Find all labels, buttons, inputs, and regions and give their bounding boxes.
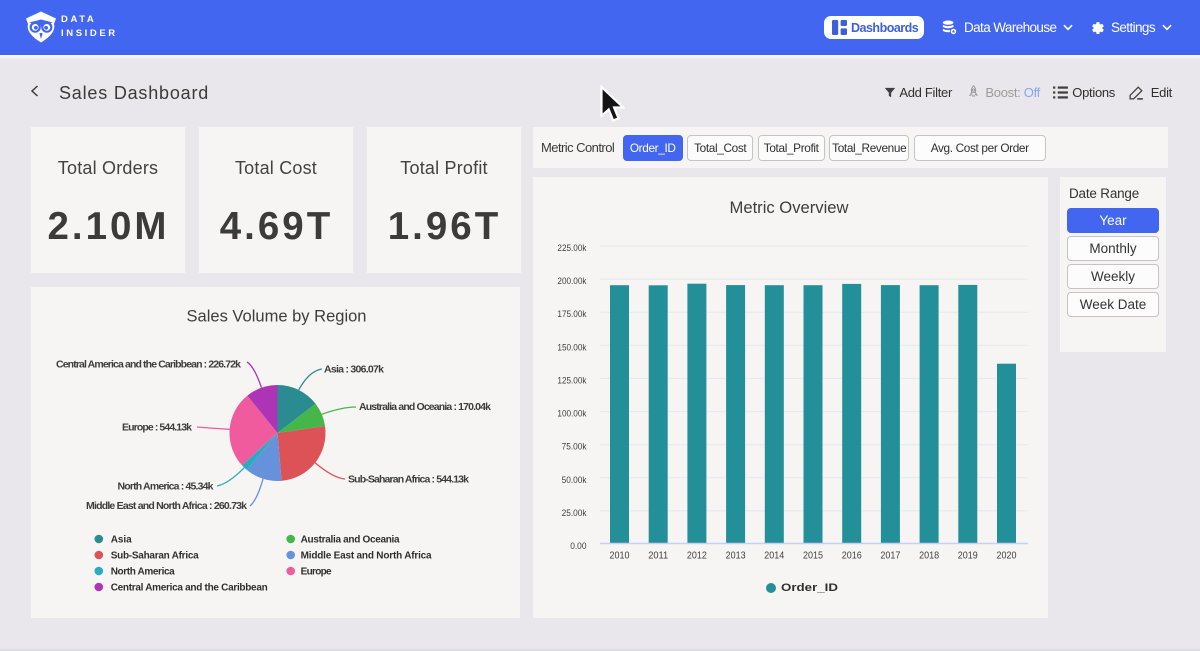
svg-text:Central America and the Caribb: Central America and the Caribbean : 226.… xyxy=(56,359,241,371)
svg-text:150.00k: 150.00k xyxy=(557,342,586,353)
svg-text:Order_ID: Order_ID xyxy=(781,582,838,594)
svg-text:0.00: 0.00 xyxy=(570,541,586,552)
svg-text:Central America and the Caribb: Central America and the Caribbean xyxy=(111,583,268,594)
svg-text:2014: 2014 xyxy=(764,550,784,562)
svg-text:Sales Volume by Region: Sales Volume by Region xyxy=(187,308,367,326)
svg-text:2012: 2012 xyxy=(687,550,707,562)
svg-text:200.00k: 200.00k xyxy=(557,276,586,287)
svg-text:2010: 2010 xyxy=(610,550,630,562)
svg-text:175.00k: 175.00k xyxy=(557,309,586,320)
svg-text:Australia and Oceania: Australia and Oceania xyxy=(301,535,400,546)
svg-text:Asia : 306.07k: Asia : 306.07k xyxy=(324,364,384,376)
svg-text:2016: 2016 xyxy=(842,550,862,562)
svg-text:100.00k: 100.00k xyxy=(557,409,586,420)
svg-text:2018: 2018 xyxy=(919,550,939,562)
svg-text:Europe: Europe xyxy=(301,567,332,578)
svg-text:Metric Overview: Metric Overview xyxy=(730,199,849,217)
svg-text:2015: 2015 xyxy=(803,550,823,562)
svg-text:Asia: Asia xyxy=(111,535,132,546)
svg-text:North America : 45.34k: North America : 45.34k xyxy=(118,481,214,493)
svg-text:2020: 2020 xyxy=(997,550,1017,562)
svg-text:Middle East and North Africa :: Middle East and North Africa : 260.73k xyxy=(86,500,247,512)
svg-text:Australia and Oceania : 170.04: Australia and Oceania : 170.04k xyxy=(359,401,491,413)
svg-text:75.00k: 75.00k xyxy=(562,442,587,453)
svg-text:50.00k: 50.00k xyxy=(562,475,587,486)
svg-text:2019: 2019 xyxy=(958,550,978,562)
svg-text:125.00k: 125.00k xyxy=(557,375,586,386)
svg-text:Sub-Saharan Africa: Sub-Saharan Africa xyxy=(111,551,199,562)
svg-text:North America: North America xyxy=(111,567,175,578)
svg-text:Europe : 544.13k: Europe : 544.13k xyxy=(122,422,192,434)
svg-text:2011: 2011 xyxy=(648,550,668,562)
svg-text:225.00k: 225.00k xyxy=(557,243,586,254)
svg-text:2013: 2013 xyxy=(726,550,746,562)
svg-text:Sub-Saharan Africa : 544.13k: Sub-Saharan Africa : 544.13k xyxy=(348,474,469,486)
svg-text:Middle East and North Africa: Middle East and North Africa xyxy=(301,551,432,562)
svg-text:2017: 2017 xyxy=(880,550,900,562)
svg-text:25.00k: 25.00k xyxy=(562,508,587,519)
